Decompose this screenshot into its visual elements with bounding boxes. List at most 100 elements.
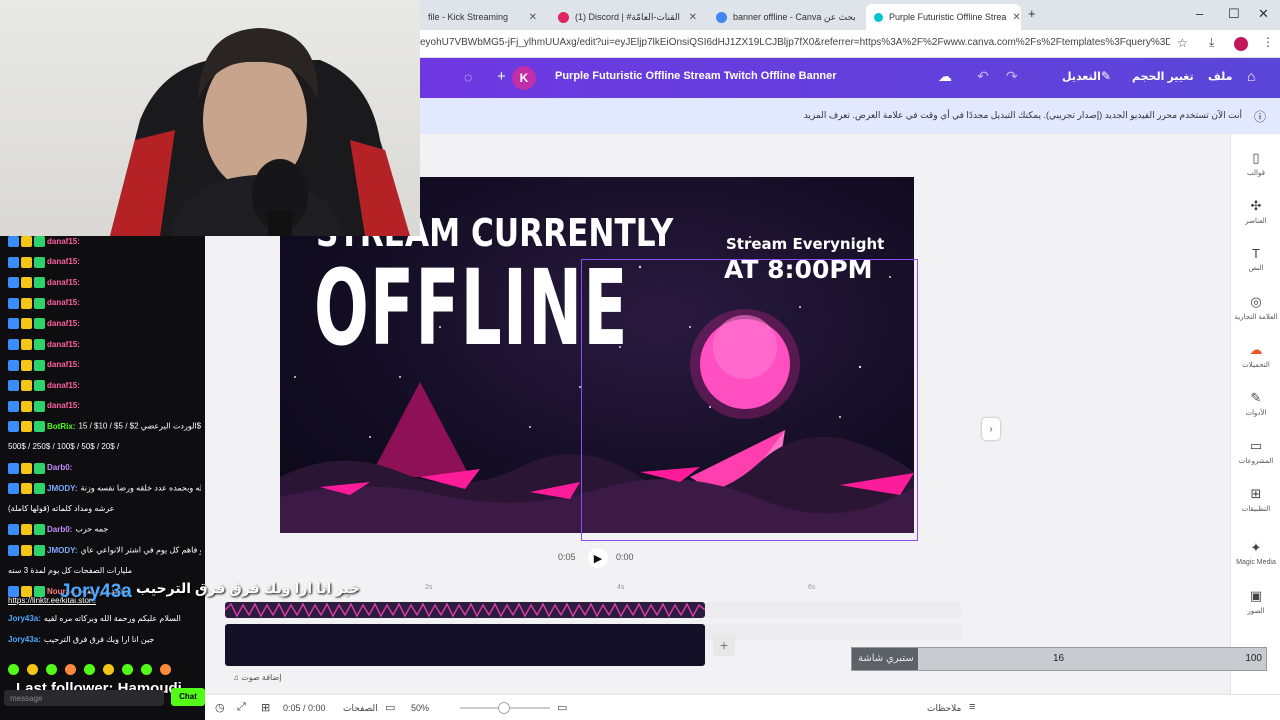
tab-discord[interactable]: (1) Discord | #القنات-العامّة ✕ (550, 4, 705, 30)
undo-icon[interactable]: ↶ (977, 68, 989, 85)
badge-icon (34, 400, 45, 412)
emote-icon[interactable] (46, 664, 57, 675)
chat-username[interactable]: Darb0: (47, 463, 72, 472)
emote-icon[interactable] (27, 664, 38, 675)
zoom-level[interactable]: 50% (411, 703, 429, 713)
chat-username[interactable]: JMODY: (47, 484, 78, 493)
editor-sidebar: ▯ قوالب ✣ العناصر T النص ◎ العلامة التجارية … (1230, 134, 1280, 720)
emote-icon[interactable] (65, 664, 76, 675)
comment-icon[interactable]: ◌ (464, 69, 472, 85)
notes-icon[interactable]: ≡ (969, 701, 975, 713)
chat-username[interactable]: BotRix: (47, 422, 75, 431)
chat-username[interactable]: Jory43a: (8, 614, 41, 623)
chevron-right-icon[interactable]: › (982, 418, 1000, 440)
close-icon[interactable]: ✕ (862, 12, 863, 23)
tab-canva-editor[interactable]: Purple Futuristic Offline Strea ✕ (866, 4, 1021, 30)
star-icon[interactable]: ☆ (1177, 36, 1188, 50)
overlay-progress-bar: ستبري شاشة 16 100 (851, 647, 1267, 671)
sidebar-item-apps[interactable]: ⊞ التطبيقات (1231, 486, 1280, 513)
google-icon (716, 11, 727, 23)
badge-icon (34, 462, 45, 474)
emote-icon[interactable] (160, 664, 171, 675)
chat-message: 500$ / 250$ / 100$ / 50$ / 20$ / (8, 442, 201, 451)
profile-avatar[interactable] (1234, 37, 1248, 51)
edit-menu[interactable]: التعديل (1062, 70, 1101, 83)
pages-icon[interactable]: ▭ (385, 701, 395, 714)
sidebar-item-uploads[interactable]: ☁ التحميلات (1231, 342, 1280, 369)
badge-icon (21, 524, 32, 536)
chat-username[interactable]: Jory43a: (8, 635, 41, 644)
sidebar-item-brand[interactable]: ◎ العلامة التجارية (1231, 294, 1280, 321)
selection-box (581, 259, 918, 541)
cloud-save-icon[interactable]: ☁ (938, 68, 952, 85)
add-page-button[interactable]: + (713, 634, 735, 656)
close-window-icon[interactable]: ✕ (1258, 6, 1269, 22)
badge-icon (21, 318, 32, 330)
minimize-icon[interactable]: – (1196, 6, 1203, 21)
fit-icon[interactable]: ▭ (557, 701, 567, 714)
chat-username[interactable]: JMODY: (47, 546, 78, 555)
home-icon[interactable]: ⌂ (1247, 68, 1255, 84)
chat-message: Jory43a: جين انا ارا ويك فرق فرق الترحيب (8, 635, 201, 644)
video-track[interactable] (225, 624, 705, 666)
resize-button[interactable]: تغيير الحجم (1132, 70, 1194, 83)
user-avatar[interactable]: K (512, 66, 536, 90)
elements-icon: ✣ (1250, 198, 1262, 213)
pages-button[interactable]: الصفحات (343, 703, 378, 714)
timer-icon[interactable]: ◷ (215, 701, 225, 714)
chat-username[interactable]: danaf15: (47, 340, 80, 349)
file-menu[interactable]: ملف (1208, 70, 1232, 83)
close-icon[interactable]: ✕ (689, 12, 697, 23)
subtitle-text[interactable]: Stream Everynight (726, 235, 884, 253)
close-icon[interactable]: ✕ (1012, 12, 1020, 23)
maximize-icon[interactable]: ☐ (1228, 6, 1240, 22)
add-collaborator-icon[interactable]: + (497, 68, 506, 85)
folder-icon: ▭ (1249, 438, 1263, 453)
emote-icon[interactable] (84, 664, 95, 675)
zoom-slider-handle[interactable] (498, 702, 510, 714)
sidebar-item-photos[interactable]: ▣ الصور (1231, 588, 1280, 615)
sidebar-item-draw[interactable]: ✎ الأدوات (1231, 390, 1280, 417)
chat-username[interactable]: danaf15: (47, 381, 80, 390)
sidebar-item-elements[interactable]: ✣ العناصر (1231, 198, 1280, 225)
chat-username[interactable]: Darb0: (47, 525, 72, 534)
new-tab-button[interactable]: + (1028, 6, 1036, 21)
notes-button[interactable]: ملاحظات (927, 703, 961, 714)
emote-icon[interactable] (103, 664, 114, 675)
chat-badges (8, 236, 47, 247)
chat-username[interactable]: danaf15: (47, 360, 80, 369)
sidebar-item-text[interactable]: T النص (1231, 246, 1280, 272)
add-audio-button[interactable]: ♫ إضافة صوت (233, 673, 281, 682)
chat-username[interactable]: danaf15: (47, 401, 80, 410)
download-icon[interactable]: ⤓ (1209, 35, 1214, 50)
url-field[interactable]: eyohU7VBWbMG5-jFj_ylhmUUAxg/edit?ui=eyJE… (420, 37, 1170, 48)
tab-kick[interactable]: file - Kick Streaming ✕ (420, 4, 545, 30)
sidebar-item-projects[interactable]: ▭ المشروعات (1231, 438, 1280, 465)
badge-icon (21, 545, 32, 556)
close-icon[interactable]: ✕ (529, 12, 537, 23)
badge-icon (34, 318, 45, 330)
menu-icon[interactable]: ⋮ (1262, 35, 1274, 49)
sidebar-item-magic-media[interactable]: ✦ Magic Media (1231, 540, 1280, 566)
chat-input[interactable]: message (4, 690, 164, 706)
audio-track[interactable] (225, 602, 705, 618)
chat-username[interactable]: danaf15: (47, 298, 80, 307)
badge-icon (21, 277, 32, 289)
sidebar-item-templates[interactable]: ▯ قوالب (1231, 150, 1280, 177)
grid-icon[interactable]: ⊞ (261, 701, 270, 714)
redo-icon[interactable]: ↷ (1006, 68, 1018, 85)
emote-icon[interactable] (122, 664, 133, 675)
tab-canva-search[interactable]: banner offline - Canva بحث عن ✕ (708, 4, 863, 30)
expand-icon[interactable]: ⤢ (237, 701, 246, 714)
design-title[interactable]: Purple Futuristic Offline Stream Twitch … (555, 70, 837, 82)
emote-icon[interactable] (141, 664, 152, 675)
emote-icon[interactable] (8, 664, 19, 675)
chat-text: عرشه ومداد كلماته (قولها كاملة) (8, 503, 115, 513)
chat-username[interactable]: danaf15: (47, 237, 80, 246)
chat-username[interactable]: danaf15: (47, 257, 80, 266)
chat-send-button[interactable]: Chat (171, 688, 205, 706)
play-button[interactable]: ▶ (588, 548, 608, 568)
chat-username[interactable]: danaf15: (47, 278, 80, 287)
badge-icon (8, 236, 19, 247)
chat-username[interactable]: danaf15: (47, 319, 80, 328)
